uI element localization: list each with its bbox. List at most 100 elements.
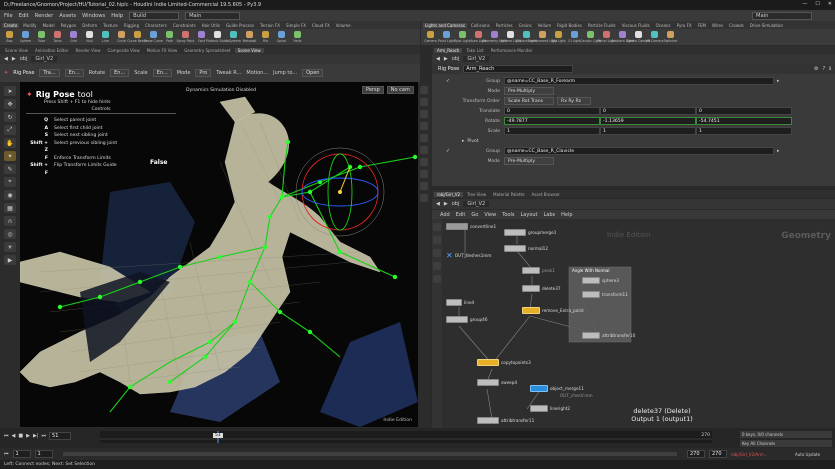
node-line4[interactable]: line4 xyxy=(446,299,474,306)
move-icon[interactable]: ✥ xyxy=(4,99,16,109)
camera-menu[interactable]: No cam xyxy=(386,86,414,94)
translate-z[interactable]: 0 xyxy=(696,107,792,115)
minimize-icon[interactable]: — xyxy=(802,1,807,7)
menu-help[interactable]: Help xyxy=(111,13,123,19)
pane-tab-scene-view[interactable]: Scene View xyxy=(2,48,31,53)
path-obj[interactable]: obj xyxy=(20,56,28,62)
node-sphere[interactable]: sphere3 xyxy=(582,277,619,284)
tab-network[interactable]: /obj/Girl_V2 xyxy=(434,191,464,197)
param-path-girl[interactable]: Girl_V2 xyxy=(463,56,490,62)
mode1-menu[interactable]: Pre-Multiply xyxy=(504,87,554,95)
bones-icon[interactable] xyxy=(420,146,428,154)
shelf-tab-rigid-bodies[interactable]: Rigid Bodies xyxy=(555,23,584,28)
pane-tab-geometry-spreadsheet[interactable]: Geometry Spreadsheet xyxy=(181,48,233,53)
pane-tab-animation-editor[interactable]: Animation Editor xyxy=(32,48,72,53)
group1-arrow-icon[interactable]: ▸ xyxy=(777,79,779,84)
menu-file[interactable]: File xyxy=(4,13,13,19)
scale-icon[interactable]: ⤢ xyxy=(4,125,16,135)
info-icon[interactable]: ℹ xyxy=(829,66,831,72)
node-attribtransfer10[interactable]: attribtransfer10 xyxy=(582,332,635,339)
tab-material-palette[interactable]: Material Palette xyxy=(490,192,527,197)
shelf-tab-model[interactable]: Model xyxy=(41,23,57,28)
render-icon[interactable]: ▶ xyxy=(4,255,16,265)
net-menu-layout[interactable]: Layout xyxy=(521,212,538,218)
rotate-x[interactable]: -49.7877 xyxy=(504,117,600,125)
menu-edit[interactable]: Edit xyxy=(19,13,29,19)
shelf-tab-crowds[interactable]: Crowds xyxy=(727,23,746,28)
go-end-icon[interactable]: ⏭ xyxy=(42,433,47,439)
shelf-tab-constraints[interactable]: Constraints xyxy=(171,23,198,28)
shelf-tool-helix[interactable]: Helix xyxy=(290,31,305,43)
node-convertline[interactable]: convertline1 xyxy=(446,223,496,230)
forward-icon[interactable]: ▶ xyxy=(12,56,16,62)
display-icon[interactable] xyxy=(420,86,428,94)
shelf-tab-grains[interactable]: Grains xyxy=(517,23,534,28)
auto-update-menu[interactable]: Auto Update xyxy=(795,452,835,457)
timeline-track[interactable]: 51 270 xyxy=(100,431,712,443)
shelf-tab-hair-utils[interactable]: Hair Utils xyxy=(200,23,222,28)
pivot-expand-icon[interactable]: ▸ xyxy=(462,139,464,144)
node-attribtransfer11[interactable]: attribtransfer11 xyxy=(477,417,534,424)
step-forward-icon[interactable]: ▶| xyxy=(33,433,39,439)
wireframe-icon[interactable] xyxy=(420,98,428,106)
shelf-tab-viscous-fluids[interactable]: Viscous Fluids xyxy=(620,23,652,28)
shelf-tool-sky-light[interactable]: Sky Light xyxy=(551,31,566,43)
right-shelf-dropdown[interactable]: Main xyxy=(752,11,812,20)
enable2-checkbox[interactable]: ✓ xyxy=(446,149,456,154)
shelf-tab-pyro-fx[interactable]: Pyro FX xyxy=(675,23,694,28)
points-icon[interactable] xyxy=(420,122,428,130)
magnet-icon[interactable]: ∩ xyxy=(4,216,16,226)
node-normal[interactable]: normal12 xyxy=(504,245,548,252)
pane-tab-motion-fx-view[interactable]: Motion FX View xyxy=(144,48,181,53)
persp-menu[interactable]: Persp xyxy=(362,86,384,94)
forward-icon[interactable]: ▶ xyxy=(444,201,448,207)
background-icon[interactable] xyxy=(420,182,428,190)
shelf-tool-spiral[interactable]: Spiral xyxy=(274,31,289,43)
shelf-tab-guide-process[interactable]: Guide Process xyxy=(224,23,256,28)
rotate-mode-button[interactable]: En... xyxy=(110,69,130,77)
shelf-tool-null[interactable]: Null xyxy=(82,31,97,43)
tab-asset-browser[interactable]: Asset Browser xyxy=(529,192,563,197)
close-icon[interactable]: ✕ xyxy=(828,1,832,7)
shelf-tab-terrain-fx[interactable]: Terrain FX xyxy=(258,23,282,28)
shelf-tab-create[interactable]: Create xyxy=(2,22,20,28)
shelf-tool-file[interactable]: File xyxy=(258,31,273,43)
paint-icon[interactable]: ✎ xyxy=(4,164,16,174)
rotate-z[interactable]: -54.7451 xyxy=(696,117,792,125)
scale-x[interactable]: 1 xyxy=(504,127,600,135)
shelf-tab-lights-and-cameras[interactable]: Lights and Cameras xyxy=(423,22,467,28)
shelf-tool-environment-light[interactable]: Environment Light xyxy=(528,31,557,43)
net-menu-edit[interactable]: Edit xyxy=(456,212,466,218)
back-icon[interactable]: ◀ xyxy=(4,56,8,62)
shelf-tab-deform[interactable]: Deform xyxy=(80,23,99,28)
range-start-field[interactable]: 1 xyxy=(12,450,31,458)
shelf-tool-vr-camera[interactable]: VR Camera xyxy=(646,31,663,43)
menu-windows[interactable]: Windows xyxy=(82,13,105,19)
scene-viewport[interactable]: Dynamics Simulation Disabled Persp No ca… xyxy=(20,82,418,427)
shelf-tab-particle-fluids[interactable]: Particle Fluids xyxy=(586,23,618,28)
rotate-icon[interactable]: ↻ xyxy=(4,112,16,122)
tab-performance-monitor[interactable]: Performance Monitor xyxy=(488,48,536,53)
net-menu-view[interactable]: View xyxy=(484,212,496,218)
net-path-obj[interactable]: obj xyxy=(452,201,460,207)
net-menu-go[interactable]: Go xyxy=(471,212,478,218)
back-icon[interactable]: ◀ xyxy=(436,56,440,62)
shelf-tool-platonic-solids[interactable]: Platonic Solids xyxy=(206,31,229,43)
xform-order-menu[interactable]: Scale Rot Trans xyxy=(504,97,554,105)
rot-order-menu[interactable]: Rx Ry Rz xyxy=(557,97,591,105)
handle-icon[interactable]: ✋ xyxy=(4,138,16,148)
node-lineright[interactable]: lineright2 xyxy=(530,405,570,412)
translate-y[interactable]: 0 xyxy=(600,107,696,115)
node-peak[interactable]: peak1 xyxy=(522,267,555,274)
camera-icon[interactable]: ◎ xyxy=(4,229,16,239)
shelf-tool-tube[interactable]: Tube xyxy=(34,31,49,43)
shelf-tab-collisions[interactable]: Collisions xyxy=(469,23,492,28)
node-delete37[interactable]: delete37 xyxy=(522,285,561,292)
stop-icon[interactable]: ■ xyxy=(18,433,23,439)
jump-checkbox[interactable]: Jump to... xyxy=(273,70,297,76)
menu-render[interactable]: Render xyxy=(35,13,53,19)
forward-icon[interactable]: ▶ xyxy=(444,56,448,62)
shelf-tool-caustic-light[interactable]: Caustic Light xyxy=(580,31,601,43)
shelf-tool-stereo-camera[interactable]: Stereo Camera xyxy=(627,31,650,43)
maximize-icon[interactable]: ☐ xyxy=(815,1,819,7)
